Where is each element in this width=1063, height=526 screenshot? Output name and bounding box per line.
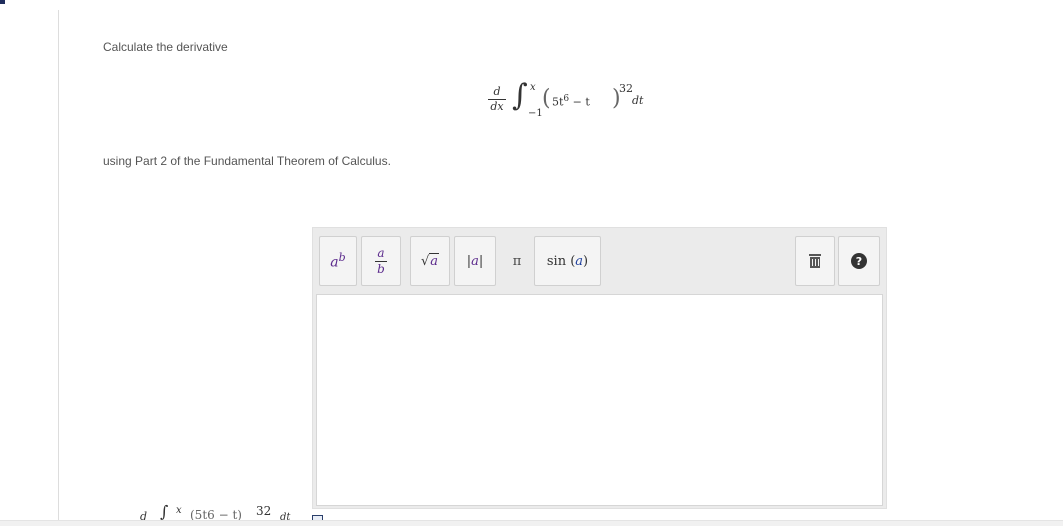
answer-preview-formula: d ∫ x (5t6 − t) 32 dt [140,504,310,520]
bottom-divider [0,520,1063,526]
fraction-icon-denominator: b [377,261,385,276]
fraction-icon: a b [375,245,387,276]
corner-mark [0,0,5,4]
abs-right-bar: | [478,253,484,269]
pi-icon: π [512,253,522,269]
clear-button[interactable] [795,236,835,286]
preview-exponent: 32 [256,504,272,518]
power-button[interactable]: ab [319,236,357,286]
absolute-value-icon: |a| [467,254,484,269]
d-dx-numerator: d [493,85,501,98]
question-prompt-start: Calculate the derivative [103,40,228,54]
sine-argument: a [575,253,584,269]
integrand-rest: − t [569,95,590,109]
sine-func: sin [546,253,567,269]
preview-differential: dt [280,512,291,520]
sqrt-button[interactable]: √a [410,236,450,286]
question-mark-icon: ? [851,253,867,269]
sine-icon: sin (a) [547,254,588,269]
differential: dt [632,94,644,107]
preview-integral-sign: ∫ [160,504,169,520]
preview-fragment: (5t6 − t) [190,508,242,520]
absolute-value-button[interactable]: |a| [454,236,496,286]
help-button[interactable]: ? [838,236,880,286]
answer-input-area[interactable] [316,294,883,506]
page: Calculate the derivative d dx ∫ x −1 ( 5… [0,0,1063,526]
preview-upper-limit: x [176,505,182,516]
integrand-coeff: 5t [552,95,564,109]
d-dx-denominator: dx [490,100,504,113]
fraction-icon-numerator: a [377,245,385,260]
power-base: a [330,254,339,271]
lower-limit: −1 [528,108,543,119]
sine-close-paren: ) [583,253,589,269]
power-icon: ab [330,251,345,271]
integral-sign: ∫ [512,78,528,113]
left-divider [58,10,59,526]
power-exponent: b [338,251,346,265]
trash-icon [809,254,821,268]
derivative-formula: d dx ∫ x −1 ( 5t6 − t ) 32 dt [486,78,656,132]
paren-open: ( [542,86,551,111]
fraction-button[interactable]: a b [361,236,401,286]
pi-button[interactable]: π [500,236,534,286]
question-prompt-end: using Part 2 of the Fundamental Theorem … [103,154,391,168]
outer-exponent: 32 [619,82,633,95]
sine-button[interactable]: sin (a) [534,236,601,286]
integrand: 5t6 − t [552,94,590,109]
preview-d-fraction: d [140,510,148,520]
d-dx-fraction: d dx [486,86,508,113]
abs-argument: a [471,253,479,269]
math-answer-editor: ab a b √a |a| π sin (a) ? [312,227,887,509]
sqrt-argument: a [429,252,440,269]
sqrt-icon: √a [421,252,440,269]
upper-limit: x [530,82,536,93]
